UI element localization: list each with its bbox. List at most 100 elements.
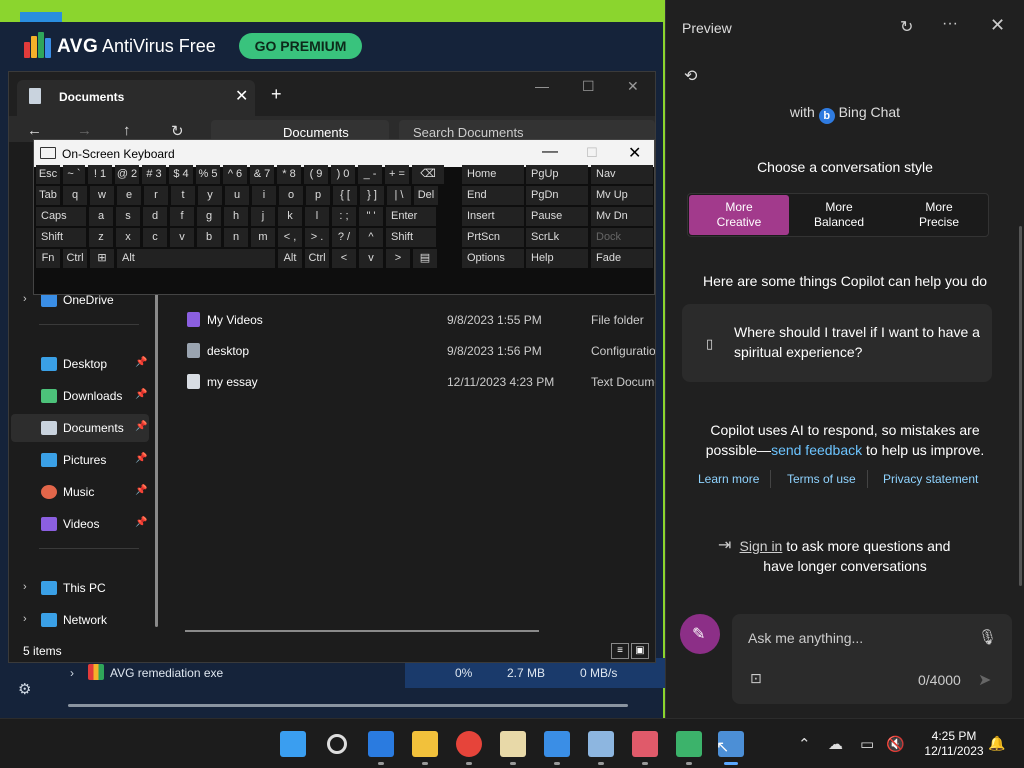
osk-key[interactable]: ) 0 — [331, 165, 355, 184]
osk-key[interactable]: w — [90, 186, 114, 205]
osk-key[interactable]: Insert — [462, 207, 524, 226]
osk-key[interactable]: % 5 — [196, 165, 220, 184]
osk-key[interactable]: Tab — [36, 186, 60, 205]
osk-key[interactable]: v — [170, 228, 194, 247]
maximize-button[interactable]: ☐ — [582, 78, 595, 95]
osk-key[interactable]: " ' — [359, 207, 383, 226]
search-icon[interactable] — [327, 734, 347, 754]
osk-key[interactable]: i — [252, 186, 276, 205]
osk-key[interactable]: | \ — [387, 186, 411, 205]
osk-key[interactable]: o — [279, 186, 303, 205]
osk-key[interactable]: u — [225, 186, 249, 205]
details-view-icon[interactable]: ≡ — [611, 643, 629, 659]
osk-key[interactable]: m — [251, 228, 275, 247]
osk-key[interactable]: ⊞ — [90, 249, 114, 268]
osk-key[interactable]: Alt — [117, 249, 275, 268]
style-more-creative[interactable]: More Creative — [689, 195, 789, 235]
osk-key[interactable]: ? / — [332, 228, 356, 247]
osk-close-button[interactable]: ✕ — [628, 143, 641, 163]
file-explorer-icon[interactable] — [412, 731, 438, 757]
osk-minimize-button[interactable]: — — [542, 143, 558, 161]
osk-key[interactable]: Dock — [591, 228, 653, 247]
osk-key[interactable]: Esc — [36, 165, 60, 184]
osk-key[interactable]: c — [143, 228, 167, 247]
osk-key[interactable]: e — [117, 186, 141, 205]
sidebar-item-downloads[interactable]: Downloads 📌 — [11, 382, 149, 410]
sidebar-item-pictures[interactable]: Pictures 📌 — [11, 446, 149, 474]
osk-key[interactable]: Home — [462, 165, 524, 184]
osk-key[interactable]: ( 9 — [304, 165, 328, 184]
osk-key[interactable]: _ - — [358, 165, 382, 184]
osk-key[interactable]: Ctrl — [63, 249, 87, 268]
learn-more-link[interactable]: Learn more — [698, 472, 759, 486]
sidebar-item-network[interactable]: › Network — [11, 606, 149, 634]
osk-key[interactable]: p — [306, 186, 330, 205]
osk-key[interactable]: Pause — [526, 207, 588, 226]
osk-key[interactable]: g — [197, 207, 221, 226]
osk-key[interactable]: # 3 — [142, 165, 166, 184]
osk-maximize-button[interactable]: ☐ — [586, 145, 598, 161]
osk-key[interactable]: Caps — [36, 207, 86, 226]
chrome-icon[interactable] — [456, 731, 482, 757]
osk-key[interactable]: Options — [462, 249, 524, 268]
osk-key[interactable]: ⌫ — [412, 165, 444, 184]
osk-key[interactable]: ~ ` — [63, 165, 85, 184]
osk-key[interactable]: Alt — [278, 249, 302, 268]
file-row[interactable]: my essay 12/11/2023 4:23 PM Text Documen… — [185, 368, 655, 396]
osk-key[interactable]: ScrLk — [526, 228, 588, 247]
expand-chevron-icon[interactable]: › — [23, 293, 27, 305]
osk-key[interactable]: t — [171, 186, 195, 205]
volume-muted-icon[interactable]: 🔇 — [886, 735, 905, 753]
osk-key[interactable]: Mv Dn — [591, 207, 653, 226]
edge-beta-icon[interactable] — [368, 731, 394, 757]
osk-key[interactable]: Fn — [36, 249, 60, 268]
file-row[interactable]: My Videos 9/8/2023 1:55 PM File folder — [185, 306, 655, 334]
microphone-icon[interactable]: 🎙 — [978, 628, 997, 646]
show-hidden-icons-chevron-icon[interactable]: ⌃ — [798, 735, 811, 753]
teams-icon[interactable] — [544, 731, 570, 757]
snipping-tool-icon[interactable] — [632, 731, 658, 757]
osk-key[interactable]: $ 4 — [169, 165, 193, 184]
close-tab-icon[interactable]: ✕ — [235, 86, 248, 106]
clock[interactable]: 4:25 PM 12/11/2023 — [916, 729, 992, 759]
privacy-statement-link[interactable]: Privacy statement — [883, 472, 978, 486]
osk-key[interactable]: Mv Up — [591, 186, 653, 205]
close-window-button[interactable]: ✕ — [627, 78, 639, 95]
sidebar-item-documents[interactable]: Documents 📌 — [11, 414, 149, 442]
osk-key[interactable]: Enter — [386, 207, 436, 226]
osk-key[interactable]: d — [143, 207, 167, 226]
osk-key[interactable]: a — [89, 207, 113, 226]
osk-key[interactable]: v — [359, 249, 383, 268]
osk-key[interactable]: j — [251, 207, 275, 226]
osk-key[interactable]: End — [462, 186, 524, 205]
osk-key[interactable]: Fade — [591, 249, 653, 268]
osk-key[interactable]: q — [63, 186, 87, 205]
osk-key[interactable]: Shift — [386, 228, 436, 247]
up-arrow-icon[interactable]: ↑ — [123, 122, 131, 139]
osk-key[interactable]: f — [170, 207, 194, 226]
expand-chevron-icon[interactable]: › — [23, 581, 27, 593]
osk-key[interactable]: ^ — [359, 228, 383, 247]
sidebar-item-desktop[interactable]: Desktop 📌 — [11, 350, 149, 378]
osk-key[interactable]: n — [224, 228, 248, 247]
expand-chevron-icon[interactable]: › — [23, 613, 27, 625]
history-icon[interactable]: ⟲ — [684, 66, 697, 86]
onedrive-offline-icon[interactable]: ☁ — [828, 735, 843, 753]
close-icon[interactable]: ✕ — [990, 15, 1005, 36]
sidebar-item-music[interactable]: Music 📌 — [11, 478, 149, 506]
new-topic-button[interactable]: ✎ — [680, 614, 720, 654]
notepad-icon[interactable] — [500, 731, 526, 757]
avg-window-tab[interactable] — [20, 12, 62, 22]
osk-key[interactable]: h — [224, 207, 248, 226]
sign-in-link[interactable]: Sign in — [740, 538, 783, 554]
sidebar-scrollbar[interactable] — [155, 287, 158, 627]
osk-key[interactable]: { [ — [333, 186, 357, 205]
osk-key[interactable]: x — [116, 228, 140, 247]
file-list-scrollbar[interactable] — [185, 630, 539, 632]
send-feedback-link[interactable]: send feedback — [771, 442, 862, 458]
sidebar-item-videos[interactable]: Videos 📌 — [11, 510, 149, 538]
osk-key[interactable]: PrtScn — [462, 228, 524, 247]
osk-key[interactable]: @ 2 — [115, 165, 139, 184]
osk-key[interactable]: PgUp — [526, 165, 588, 184]
osk-key[interactable]: : ; — [332, 207, 356, 226]
